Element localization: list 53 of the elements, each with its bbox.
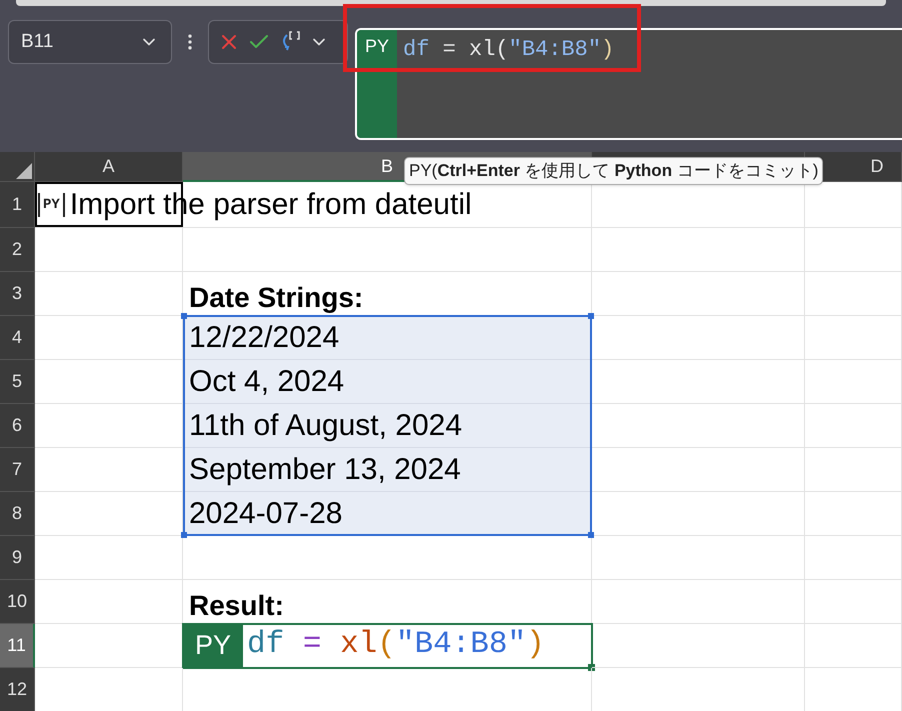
cell-text: Oct 4, 2024 bbox=[189, 364, 344, 400]
table-cell[interactable]: September 13, 2024 bbox=[183, 448, 592, 492]
table-cell[interactable]: 12/22/2024 bbox=[183, 316, 592, 360]
row-header[interactable]: 9 bbox=[0, 536, 35, 580]
select-all-icon[interactable] bbox=[16, 163, 32, 179]
cell-text: 2024-07-28 bbox=[189, 496, 342, 532]
formula-editor[interactable]: PY df = xl("B4:B8") bbox=[355, 28, 902, 140]
code-text: df = xl("B4:B8") bbox=[403, 36, 614, 64]
cell-text: 11th of August, 2024 bbox=[189, 408, 462, 444]
python-label: PY bbox=[364, 35, 389, 58]
code-text: df = xl("B4:B8") bbox=[246, 626, 545, 664]
row-header[interactable]: 11 bbox=[0, 624, 35, 668]
empty-cell[interactable] bbox=[805, 360, 902, 404]
empty-cell[interactable] bbox=[592, 624, 805, 668]
cell-text: Date Strings: bbox=[189, 281, 364, 315]
row-header[interactable]: 3 bbox=[0, 272, 35, 316]
empty-cell[interactable] bbox=[592, 228, 805, 272]
cell-text: September 13, 2024 bbox=[189, 452, 461, 488]
row-header[interactable]: 8 bbox=[0, 492, 35, 536]
empty-cell[interactable] bbox=[805, 272, 902, 316]
column-header[interactable]: A bbox=[35, 152, 183, 182]
cell-text: Result: bbox=[189, 589, 284, 623]
empty-cell[interactable] bbox=[592, 272, 805, 316]
row-header[interactable]: 12 bbox=[0, 668, 35, 711]
row-header[interactable]: 5 bbox=[0, 360, 35, 404]
empty-cell[interactable] bbox=[805, 536, 902, 580]
table-cell[interactable]: Result: bbox=[183, 580, 592, 624]
empty-cell[interactable] bbox=[805, 448, 902, 492]
table-cell[interactable]: Oct 4, 2024 bbox=[183, 360, 592, 404]
table-cell[interactable]: 11th of August, 2024 bbox=[183, 404, 592, 448]
empty-cell[interactable] bbox=[805, 316, 902, 360]
empty-cell[interactable] bbox=[592, 536, 805, 580]
empty-cell[interactable] bbox=[805, 580, 902, 624]
tooltip: PY(Ctrl+Enter を使用して Python コードをコミット) bbox=[404, 157, 824, 184]
empty-cell[interactable] bbox=[805, 228, 902, 272]
select-all-corner[interactable] bbox=[0, 152, 35, 182]
table-cell[interactable]: 2024-07-28 bbox=[183, 492, 592, 536]
empty-cell[interactable] bbox=[183, 536, 592, 580]
empty-cell[interactable] bbox=[805, 404, 902, 448]
row-header[interactable]: 2 bbox=[0, 228, 35, 272]
row-header[interactable]: 1 bbox=[0, 182, 35, 228]
cell-text: 12/22/2024 bbox=[189, 320, 340, 356]
python-label: PY bbox=[183, 624, 244, 667]
name-box[interactable]: B11 bbox=[8, 20, 172, 64]
row-header[interactable]: 4 bbox=[0, 316, 35, 360]
empty-cell[interactable] bbox=[805, 624, 902, 668]
formula-cell[interactable]: PY df = xl("B4:B8") bbox=[183, 624, 592, 668]
empty-cell[interactable] bbox=[592, 580, 805, 624]
row-header[interactable]: 10 bbox=[0, 580, 35, 624]
row-header[interactable]: 7 bbox=[0, 448, 35, 492]
empty-cell[interactable] bbox=[805, 492, 902, 536]
empty-cell[interactable] bbox=[183, 228, 592, 272]
row-header[interactable]: 6 bbox=[0, 404, 35, 448]
